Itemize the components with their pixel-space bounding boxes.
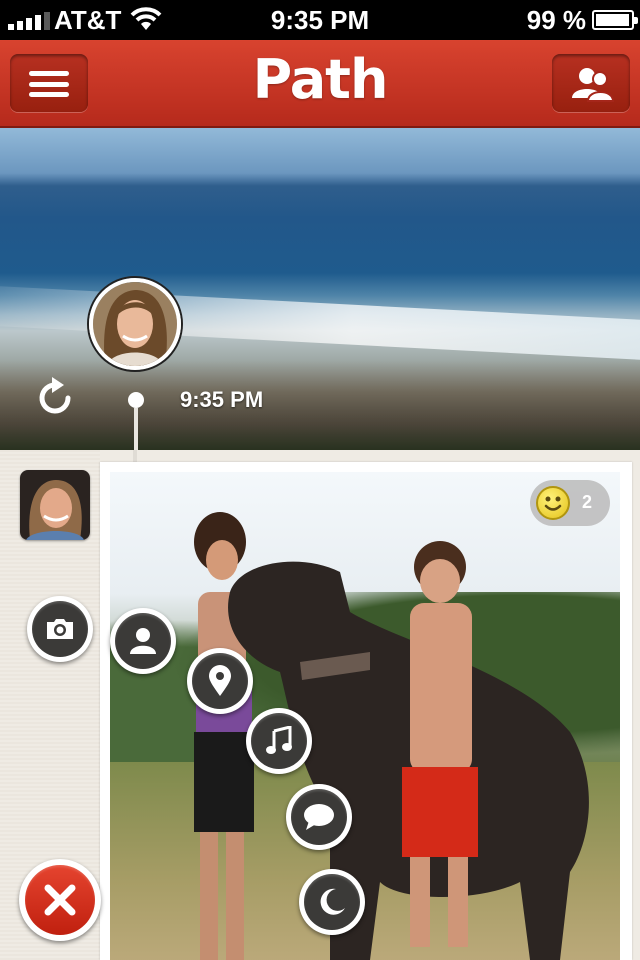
- friends-button[interactable]: [552, 54, 630, 112]
- sleep-button[interactable]: [299, 869, 365, 935]
- cover-time: 9:35 PM: [180, 387, 264, 412]
- smiley-icon: [536, 486, 570, 520]
- timeline-dot: [128, 392, 144, 408]
- person-icon: [130, 628, 156, 654]
- moon-icon: [320, 888, 345, 915]
- nav-bar: Path: [0, 40, 640, 128]
- post-author-avatar[interactable]: [20, 470, 90, 540]
- camera-button[interactable]: [27, 596, 93, 662]
- thought-button[interactable]: [286, 784, 352, 850]
- location-pin-icon: [209, 665, 231, 696]
- post-photo[interactable]: [110, 472, 620, 960]
- close-button[interactable]: [19, 859, 101, 941]
- person-button[interactable]: [110, 608, 176, 674]
- emotion-count: 2: [582, 492, 593, 512]
- music-note-icon: [266, 726, 292, 754]
- timeline-line: [134, 408, 138, 450]
- place-button[interactable]: [187, 648, 253, 714]
- photo-boy: [402, 541, 478, 947]
- status-bar: AT&T 9:35 PM 99 %: [0, 0, 640, 40]
- refresh-icon[interactable]: [38, 376, 74, 416]
- camera-icon: [47, 619, 73, 639]
- profile-avatar[interactable]: [89, 278, 181, 370]
- cover-photo[interactable]: 9:35 PM: [0, 128, 640, 450]
- battery-percent: 99 %: [526, 5, 586, 35]
- profile-photo: [93, 282, 177, 366]
- friends-icon: [572, 68, 614, 102]
- author-photo: [20, 470, 90, 540]
- emotion-badge[interactable]: 2: [530, 480, 610, 526]
- app-logo: Path: [252, 48, 389, 111]
- speech-bubble-icon: [304, 804, 334, 830]
- close-icon: [44, 884, 76, 916]
- music-button[interactable]: [246, 708, 312, 774]
- battery-icon: [592, 10, 638, 30]
- post-card: [100, 462, 632, 960]
